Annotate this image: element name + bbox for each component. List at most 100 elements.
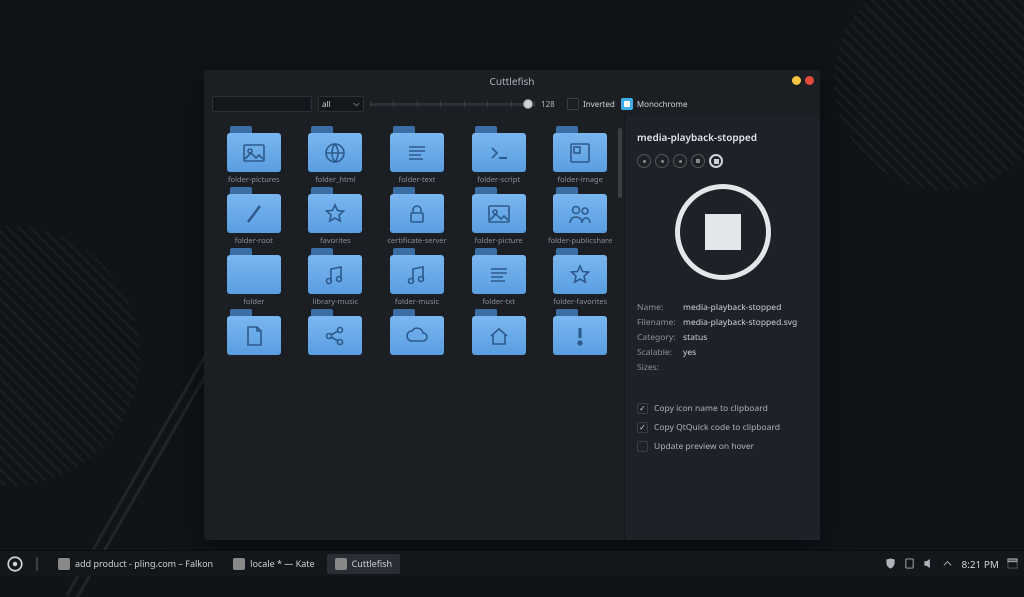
copy-qtquick-label: Copy QtQuick code to clipboard [654,422,780,433]
system-tray: 8:21 PM [885,557,1018,571]
icon-label: favorites [320,236,351,246]
panel-edge-icon[interactable] [1007,558,1018,569]
icon-label: folder-text [399,175,436,185]
update-hover-checkbox[interactable]: Update preview on hover [637,437,808,456]
scrollbar-thumb[interactable] [618,128,622,198]
checkbox-icon [637,441,648,452]
taskbar-item[interactable]: Cuttlefish [327,554,400,574]
size-preview-s-icon[interactable] [655,154,669,168]
icon-label: folder-txt [482,297,515,307]
meta-value: media-playback-stopped.svg [683,317,808,328]
app-icon [335,558,347,570]
icon-label: folder-publicshare [548,236,612,246]
search-input[interactable] [212,96,312,112]
icon-grid[interactable]: folder-pictures folder_html folder-text fol… [204,116,624,540]
icon-cell[interactable]: folder-script [459,126,539,185]
folder-icon [472,126,526,172]
icon-label: library-music [313,297,359,307]
folder-icon [390,187,444,233]
clock[interactable]: 8:21 PM [961,557,999,571]
inverted-checkbox[interactable]: Inverted [567,98,615,110]
size-preview-l-icon[interactable] [691,154,705,168]
copy-qtquick-action[interactable]: Copy QtQuick code to clipboard [637,418,808,437]
folder-icon [390,126,444,172]
icon-cell[interactable]: folder-favorites [540,248,620,307]
icon-cell[interactable]: folder-publicshare [540,187,620,246]
window-title: Cuttlefish [490,74,535,88]
details-panel: media-playback-stopped Name:media-playba… [624,116,820,540]
folder-icon [390,248,444,294]
icon-cell[interactable] [296,309,376,368]
icon-cell[interactable] [214,309,294,368]
icon-cell[interactable]: favorites [296,187,376,246]
app-icon [233,558,245,570]
size-preview-m-icon[interactable] [673,154,687,168]
icon-label: folder-root [235,236,273,246]
toolbar: all 128 Inverted Monochrome [204,92,820,116]
update-hover-label: Update preview on hover [654,441,754,452]
checkbox-icon [621,98,633,110]
meta-key: Category: [637,332,683,343]
icon-cell[interactable] [540,309,620,368]
volume-icon[interactable] [923,558,934,569]
copy-name-action[interactable]: Copy icon name to clipboard [637,399,808,418]
check-icon [637,422,648,433]
wallpaper-circle [834,0,1024,190]
meta-key: Filename: [637,317,683,328]
folder-icon [227,126,281,172]
icon-cell[interactable]: folder-music [377,248,457,307]
icon-cell[interactable] [377,309,457,368]
icon-cell[interactable]: certificate-server [377,187,457,246]
category-select[interactable]: all [318,96,364,112]
folder-icon [227,187,281,233]
icon-cell[interactable]: folder_html [296,126,376,185]
monochrome-label: Monochrome [637,99,688,110]
icon-cell[interactable]: folder-picture [459,187,539,246]
meta-value: status [683,332,808,343]
icon-cell[interactable]: folder-txt [459,248,539,307]
cuttlefish-window: Cuttlefish all 128 Inverted Monochrome [204,70,820,540]
meta-key: Name: [637,302,683,313]
meta-key: Sizes: [637,362,683,373]
icon-label: folder-pictures [228,175,280,185]
icon-label: folder-image [557,175,602,185]
size-preview-xl-icon[interactable] [709,154,723,168]
app-launcher-button[interactable] [6,555,24,573]
meta-value: media-playback-stopped [683,302,808,313]
icon-cell[interactable]: folder-pictures [214,126,294,185]
icon-cell[interactable]: folder-image [540,126,620,185]
icon-label: folder-script [477,175,520,185]
icon-label: folder_html [315,175,356,185]
icon-cell[interactable] [459,309,539,368]
icon-cell[interactable]: folder-root [214,187,294,246]
taskbar-item-label: add product - pling.com – Falkon [75,557,213,570]
window-titlebar[interactable]: Cuttlefish [204,70,820,92]
taskbar-item[interactable]: locale * — Kate [225,554,322,574]
clipboard-icon[interactable] [904,558,915,569]
icon-cell[interactable]: folder [214,248,294,307]
shield-icon[interactable] [885,558,896,569]
size-preview-xs-icon[interactable] [637,154,651,168]
meta-key: Scalable: [637,347,683,358]
folder-icon [308,309,362,355]
folder-icon [553,187,607,233]
folder-icon [472,248,526,294]
icon-label: certificate-server [387,236,446,246]
taskbar-item[interactable]: add product - pling.com – Falkon [50,554,221,574]
window-close-icon[interactable] [805,76,814,85]
size-preview-row [637,154,808,168]
wallpaper-circle [0,226,140,486]
icon-label: folder [243,297,264,307]
folder-icon [308,248,362,294]
icon-cell[interactable]: library-music [296,248,376,307]
folder-icon [308,126,362,172]
panel-separator [28,555,46,573]
meta-value: yes [683,347,808,358]
monochrome-checkbox[interactable]: Monochrome [621,98,688,110]
slider-handle-icon[interactable] [523,99,533,109]
chevron-up-icon[interactable] [942,558,953,569]
size-slider[interactable] [370,96,535,112]
folder-icon [553,126,607,172]
window-minimize-icon[interactable] [792,76,801,85]
icon-cell[interactable]: folder-text [377,126,457,185]
